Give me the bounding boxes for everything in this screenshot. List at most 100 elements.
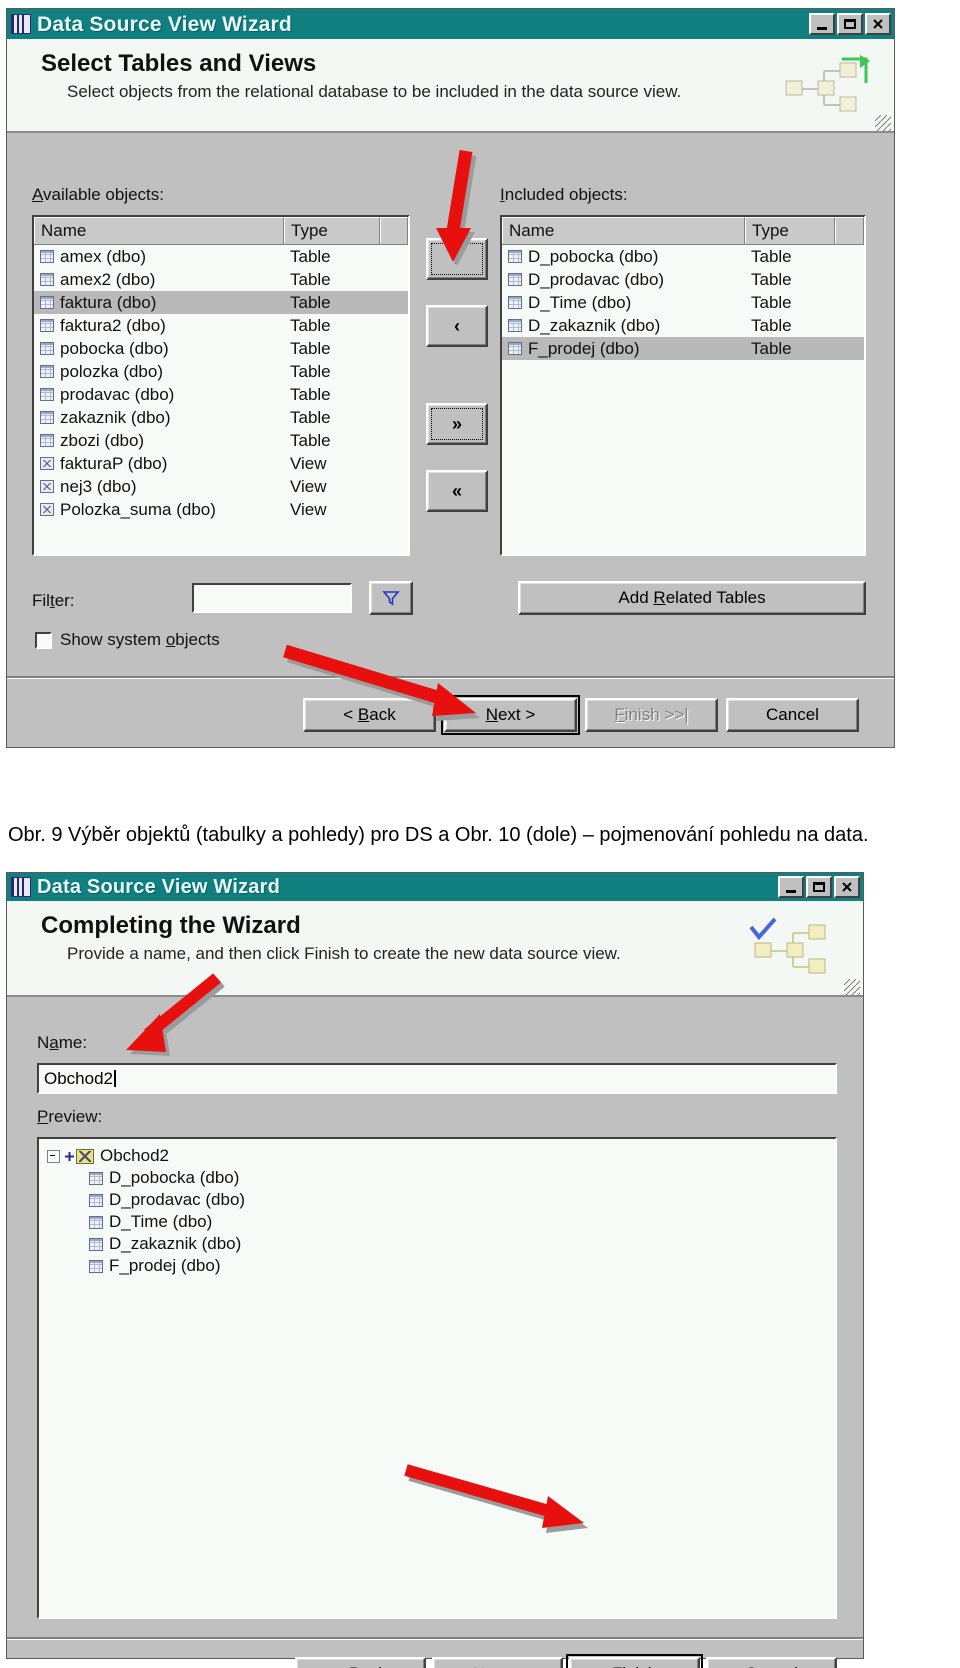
next-button-label: Next > bbox=[473, 1664, 523, 1668]
table-row[interactable]: Polozka_suma (dbo) View bbox=[34, 498, 408, 521]
next-button[interactable]: Next > bbox=[441, 695, 580, 735]
resize-grip[interactable] bbox=[844, 979, 860, 995]
column-header-type[interactable]: Type bbox=[284, 217, 380, 244]
minimize-button[interactable] bbox=[778, 876, 804, 898]
table-icon bbox=[40, 296, 54, 309]
table-icon bbox=[89, 1171, 103, 1185]
add-related-tables-button[interactable]: Add Related Tables bbox=[518, 581, 866, 615]
row-type-cell: Table bbox=[290, 430, 331, 450]
filter-input[interactable] bbox=[192, 583, 352, 613]
cancel-button-label: Cancel bbox=[766, 705, 819, 724]
finish-button[interactable]: Finish bbox=[566, 1654, 703, 1668]
app-icon bbox=[11, 877, 31, 897]
next-button-label: Next > bbox=[485, 705, 536, 724]
connection-marker-icon bbox=[65, 1151, 74, 1161]
view-icon bbox=[40, 503, 54, 516]
wizard-illustration-icon bbox=[785, 55, 870, 112]
table-row[interactable]: zbozi (dbo) Table bbox=[34, 429, 408, 452]
preview-tree-content: Obchod2 D_pobocka (dbo) D_prodavac (dbo) D… bbox=[39, 1139, 835, 1277]
column-header-name[interactable]: Name bbox=[502, 217, 745, 244]
row-name-cell: F_prodej (dbo) bbox=[508, 339, 751, 359]
column-header-type[interactable]: Type bbox=[745, 217, 835, 244]
tree-node[interactable]: D_Time (dbo) bbox=[47, 1211, 835, 1233]
move-left-button[interactable]: ‹ bbox=[426, 305, 488, 347]
wizard-header: Completing the Wizard Provide a name, an… bbox=[7, 901, 863, 997]
table-row[interactable]: D_zakaznik (dbo) Table bbox=[502, 314, 864, 337]
row-type-cell: Table bbox=[290, 315, 331, 335]
back-button[interactable]: < Back bbox=[303, 698, 436, 732]
data-source-view-wizard-dialog-completing: Data Source View Wizard Completing the W… bbox=[6, 872, 864, 1668]
app-icon bbox=[11, 14, 31, 34]
table-row[interactable]: F_prodej (dbo) Table bbox=[502, 337, 864, 360]
page-subtitle: Select objects from the relational datab… bbox=[67, 82, 682, 102]
finish-button-label: Finish >>| bbox=[614, 705, 689, 724]
included-objects-listbox[interactable]: Name Type D_pobocka (dbo) Table D_prodavac… bbox=[500, 215, 866, 556]
add-related-tables-label: Add Related Tables bbox=[618, 588, 766, 607]
show-system-objects-row[interactable]: Show system objects bbox=[35, 630, 220, 650]
tree-node[interactable]: D_zakaznik (dbo) bbox=[47, 1233, 835, 1255]
table-row[interactable]: faktura (dbo) Table bbox=[34, 291, 408, 314]
collapse-toggle-icon[interactable] bbox=[47, 1149, 60, 1163]
tree-node[interactable]: F_prodej (dbo) bbox=[47, 1255, 835, 1277]
table-row[interactable]: prodavac (dbo) Table bbox=[34, 383, 408, 406]
table-row[interactable]: polozka (dbo) Table bbox=[34, 360, 408, 383]
wizard-illustration-icon bbox=[749, 917, 826, 974]
tree-node-label: D_Time (dbo) bbox=[109, 1212, 213, 1231]
tree-node-label: D_prodavac (dbo) bbox=[109, 1190, 246, 1209]
cancel-button[interactable]: Cancel bbox=[706, 1657, 837, 1668]
preview-tree[interactable]: Obchod2 D_pobocka (dbo) D_prodavac (dbo) D… bbox=[37, 1137, 837, 1619]
resize-grip[interactable] bbox=[875, 115, 891, 131]
finish-button: Finish >>| bbox=[585, 698, 718, 732]
table-row[interactable]: D_pobocka (dbo) Table bbox=[502, 245, 864, 268]
table-row[interactable]: D_Time (dbo) Table bbox=[502, 291, 864, 314]
table-row[interactable]: D_prodavac (dbo) Table bbox=[502, 268, 864, 291]
table-row[interactable]: zakaznik (dbo) Table bbox=[34, 406, 408, 429]
maximize-button[interactable] bbox=[837, 13, 863, 35]
column-header-name[interactable]: Name bbox=[34, 217, 284, 244]
move-all-right-button[interactable]: » bbox=[426, 403, 488, 445]
row-name-cell: zbozi (dbo) bbox=[40, 431, 290, 451]
table-row[interactable]: pobocka (dbo) Table bbox=[34, 337, 408, 360]
row-name-label: zakaznik (dbo) bbox=[60, 407, 171, 427]
name-input[interactable]: Obchod2 bbox=[37, 1063, 837, 1094]
row-name-label: D_Time (dbo) bbox=[528, 292, 632, 312]
back-button[interactable]: < Back bbox=[295, 1657, 426, 1668]
back-button-label: < Back bbox=[343, 705, 396, 724]
show-system-objects-checkbox[interactable] bbox=[35, 631, 52, 649]
move-right-button[interactable]: › bbox=[426, 238, 488, 280]
available-objects-listbox[interactable]: Name Type amex (dbo) Table amex2 (dbo) Tabl… bbox=[32, 215, 410, 556]
table-icon bbox=[89, 1259, 103, 1273]
close-button[interactable] bbox=[834, 876, 860, 898]
minimize-button[interactable] bbox=[809, 13, 835, 35]
maximize-button[interactable] bbox=[806, 876, 832, 898]
row-type-cell: View bbox=[290, 453, 327, 473]
close-icon bbox=[873, 19, 883, 29]
move-all-left-button[interactable]: « bbox=[426, 470, 488, 512]
finish-button-label: Finish bbox=[612, 1664, 657, 1668]
tree-node[interactable]: D_prodavac (dbo) bbox=[47, 1189, 835, 1211]
row-name-cell: D_zakaznik (dbo) bbox=[508, 316, 751, 336]
data-source-view-wizard-dialog-select-tables: Data Source View Wizard Select Tables an… bbox=[6, 8, 895, 748]
row-name-label: prodavac (dbo) bbox=[60, 384, 175, 404]
row-name-label: F_prodej (dbo) bbox=[528, 338, 640, 358]
tree-root-node[interactable]: Obchod2 bbox=[47, 1145, 835, 1167]
table-row[interactable]: faktura2 (dbo) Table bbox=[34, 314, 408, 337]
close-button[interactable] bbox=[865, 13, 891, 35]
row-type-cell: Table bbox=[751, 315, 792, 335]
tree-node[interactable]: D_pobocka (dbo) bbox=[47, 1167, 835, 1189]
table-row[interactable]: amex (dbo) Table bbox=[34, 245, 408, 268]
cancel-button[interactable]: Cancel bbox=[726, 698, 859, 732]
included-objects-rows: D_pobocka (dbo) Table D_prodavac (dbo) Tabl… bbox=[502, 245, 864, 360]
table-icon bbox=[508, 319, 522, 332]
row-type-cell: Table bbox=[290, 384, 331, 404]
table-row[interactable]: amex2 (dbo) Table bbox=[34, 268, 408, 291]
wizard-header: Select Tables and Views Select objects f… bbox=[7, 39, 894, 133]
available-objects-rows: amex (dbo) Table amex2 (dbo) Table faktura (… bbox=[34, 245, 408, 521]
table-row[interactable]: nej3 (dbo) View bbox=[34, 475, 408, 498]
apply-filter-button[interactable] bbox=[369, 581, 413, 615]
data-source-view-icon bbox=[76, 1148, 94, 1164]
page-subtitle: Provide a name, and then click Finish to… bbox=[67, 944, 621, 964]
table-row[interactable]: fakturaP (dbo) View bbox=[34, 452, 408, 475]
row-name-cell: D_Time (dbo) bbox=[508, 293, 751, 313]
row-name-label: amex2 (dbo) bbox=[60, 269, 156, 289]
